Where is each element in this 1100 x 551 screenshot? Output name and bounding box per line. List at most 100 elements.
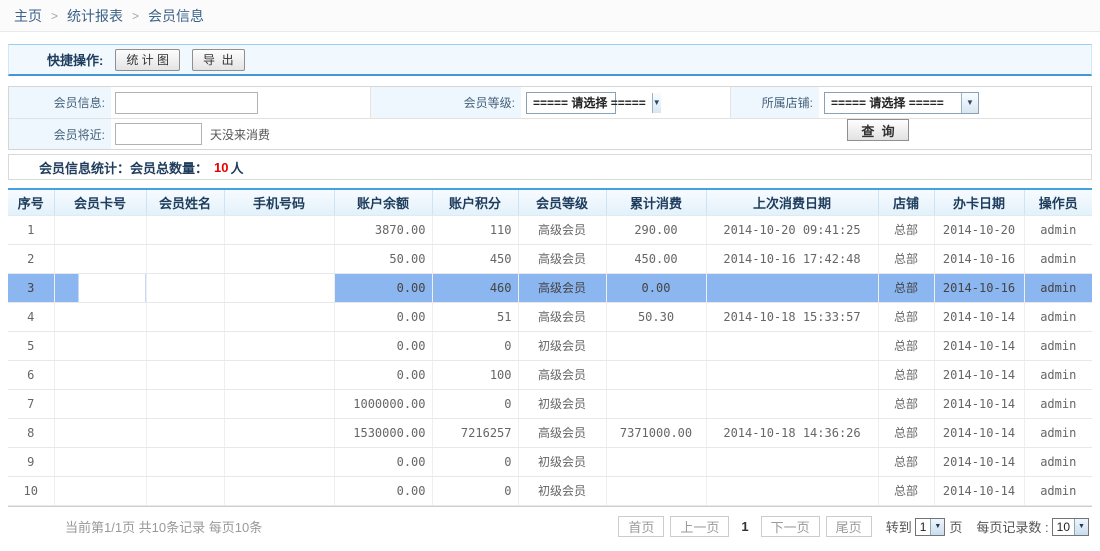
table-row[interactable]: 81530000.007216257高级会员7371000.002014-10-…	[8, 418, 1092, 447]
column-header: 账户余额	[334, 189, 432, 215]
days-label: 会员将近:	[9, 119, 111, 149]
cell-balance: 0.00	[334, 447, 432, 476]
cell-card_date: 2014-10-16	[934, 244, 1024, 273]
cell-card_date: 2014-10-14	[934, 360, 1024, 389]
page-size-select[interactable]: 10 ▼	[1052, 518, 1089, 536]
page-size-value: 10	[1053, 520, 1074, 534]
first-page-button[interactable]: 首页	[618, 516, 664, 537]
cell-balance: 0.00	[334, 476, 432, 505]
cell-store: 总部	[878, 360, 934, 389]
stats-prefix: 会员信息统计：会员总数量：	[39, 158, 208, 177]
table-row[interactable]: 250.00450高级会员450.002014-10-16 17:42:48总部…	[8, 244, 1092, 273]
cell-points: 0	[432, 389, 518, 418]
quick-actions-label: 快捷操作:	[47, 50, 103, 69]
cell-no: 8	[8, 418, 54, 447]
store-select[interactable]: ===== 请选择 ===== ▼	[824, 92, 979, 114]
breadcrumb-separator: >	[132, 9, 139, 23]
days-input[interactable]	[115, 123, 202, 145]
cell-card	[54, 447, 146, 476]
table-row[interactable]: 90.000初级会员总部2014-10-14admin	[8, 447, 1092, 476]
chevron-down-icon[interactable]: ▼	[652, 93, 661, 113]
cell-operator: admin	[1024, 476, 1092, 505]
cell-operator: admin	[1024, 389, 1092, 418]
export-button[interactable]: 导 出	[192, 49, 245, 71]
cell-last_date	[706, 273, 878, 302]
cell-card_date: 2014-10-14	[934, 389, 1024, 418]
cell-card_date: 2014-10-16	[934, 273, 1024, 302]
cell-points: 0	[432, 331, 518, 360]
table-row[interactable]: 13870.00110高级会员290.002014-10-20 09:41:25…	[8, 215, 1092, 244]
cell-last_date	[706, 331, 878, 360]
cell-store: 总部	[878, 273, 934, 302]
page-summary: 当前第1/1页 共10条记录 每页10条	[65, 517, 262, 536]
table-row[interactable]: 60.00100高级会员总部2014-10-14admin	[8, 360, 1092, 389]
column-header: 操作员	[1024, 189, 1092, 215]
cell-total: 290.00	[606, 215, 706, 244]
column-header: 上次消费日期	[706, 189, 878, 215]
cell-card	[54, 244, 146, 273]
cell-level: 初级会员	[518, 331, 606, 360]
table-body: 13870.00110高级会员290.002014-10-20 09:41:25…	[8, 215, 1092, 505]
next-page-button[interactable]: 下一页	[761, 516, 820, 537]
table-row[interactable]: 30.00460高级会员0.00总部2014-10-16admin	[8, 273, 1092, 302]
chevron-down-icon[interactable]: ▼	[961, 93, 978, 113]
cell-card_date: 2014-10-14	[934, 447, 1024, 476]
member-info-input[interactable]	[115, 92, 258, 114]
current-page-number: 1	[741, 519, 748, 534]
cell-name	[146, 360, 224, 389]
member-level-select-value: ===== 请选择 =====	[527, 94, 652, 111]
cell-card	[54, 389, 146, 418]
cell-operator: admin	[1024, 215, 1092, 244]
cell-points: 0	[432, 476, 518, 505]
cell-operator: admin	[1024, 418, 1092, 447]
last-page-button[interactable]: 尾页	[826, 516, 872, 537]
breadcrumb-reports[interactable]: 统计报表	[67, 6, 123, 26]
cell-card	[54, 418, 146, 447]
table-row[interactable]: 40.0051高级会员50.302014-10-18 15:33:57总部201…	[8, 302, 1092, 331]
cell-balance: 1000000.00	[334, 389, 432, 418]
cell-operator: admin	[1024, 302, 1092, 331]
cell-phone	[224, 273, 334, 302]
table-row[interactable]: 100.000初级会员总部2014-10-14admin	[8, 476, 1092, 505]
cell-last_date	[706, 476, 878, 505]
table-row[interactable]: 50.000初级会员总部2014-10-14admin	[8, 331, 1092, 360]
breadcrumb-member-info[interactable]: 会员信息	[148, 6, 204, 26]
chevron-down-icon[interactable]: ▼	[930, 519, 944, 535]
cell-phone	[224, 215, 334, 244]
cell-balance: 50.00	[334, 244, 432, 273]
breadcrumb: 主页 > 统计报表 > 会员信息	[0, 0, 1100, 32]
cell-card	[54, 273, 146, 302]
chevron-down-icon[interactable]: ▼	[1074, 519, 1088, 535]
member-level-label: 会员等级:	[371, 87, 521, 118]
store-select-value: ===== 请选择 =====	[825, 94, 961, 111]
cell-card	[54, 215, 146, 244]
cell-store: 总部	[878, 389, 934, 418]
breadcrumb-home[interactable]: 主页	[14, 6, 42, 26]
column-header: 办卡日期	[934, 189, 1024, 215]
cell-store: 总部	[878, 215, 934, 244]
cell-total	[606, 389, 706, 418]
cell-store: 总部	[878, 418, 934, 447]
pager-controls: 首页 上一页 1 下一页 尾页 转到 1 ▼ 页 每页记录数 : 10 ▼	[612, 516, 1092, 537]
query-button[interactable]: 查 询	[847, 119, 909, 141]
member-level-select[interactable]: ===== 请选择 ===== ▼	[526, 92, 616, 114]
store-label: 所属店铺:	[731, 87, 819, 118]
cell-last_date: 2014-10-18 14:36:26	[706, 418, 878, 447]
cell-level: 高级会员	[518, 273, 606, 302]
cell-store: 总部	[878, 331, 934, 360]
cell-no: 1	[8, 215, 54, 244]
goto-page-select[interactable]: 1 ▼	[915, 518, 946, 536]
cell-level: 高级会员	[518, 244, 606, 273]
chart-button[interactable]: 统 计 图	[115, 49, 180, 71]
cell-points: 460	[432, 273, 518, 302]
cell-card	[54, 331, 146, 360]
cell-no: 5	[8, 331, 54, 360]
cell-total	[606, 447, 706, 476]
cell-name	[146, 331, 224, 360]
cell-store: 总部	[878, 476, 934, 505]
prev-page-button[interactable]: 上一页	[670, 516, 729, 537]
table-row[interactable]: 71000000.000初级会员总部2014-10-14admin	[8, 389, 1092, 418]
cell-operator: admin	[1024, 244, 1092, 273]
cell-store: 总部	[878, 302, 934, 331]
cell-name	[146, 389, 224, 418]
